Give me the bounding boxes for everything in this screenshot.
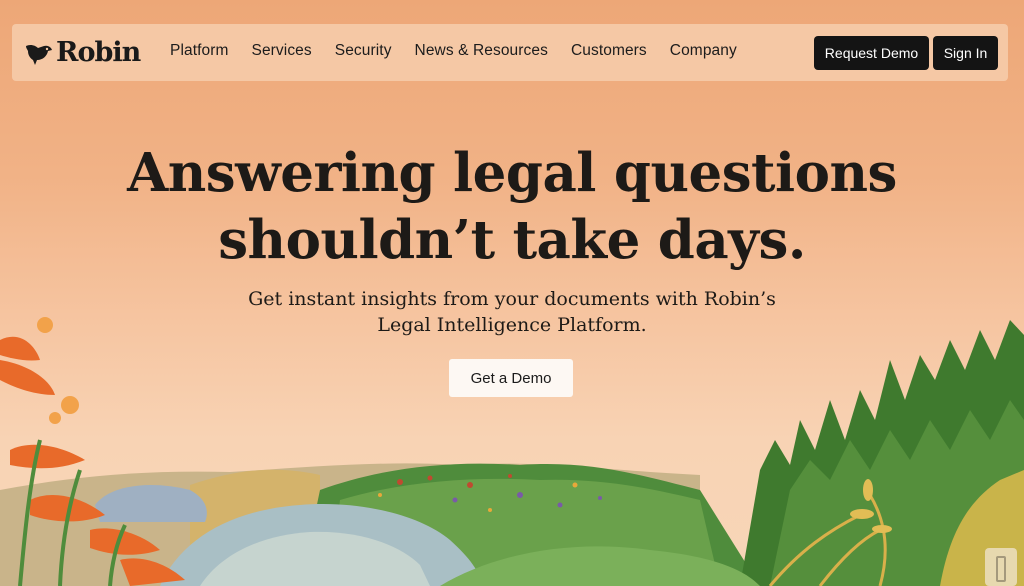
nav-link-news-resources[interactable]: News & Resources xyxy=(415,42,548,60)
request-demo-button[interactable]: Request Demo xyxy=(814,36,929,70)
nav-link-customers[interactable]: Customers xyxy=(571,42,647,60)
brand-name: Robin xyxy=(56,37,141,68)
hero-title-line-1: Answering legal questions xyxy=(127,142,897,204)
nav-link-platform[interactable]: Platform xyxy=(170,42,229,60)
scroll-handle xyxy=(996,556,1006,582)
scroll-indicator[interactable] xyxy=(985,548,1017,586)
sign-in-button[interactable]: Sign In xyxy=(933,36,998,70)
robin-bird-icon xyxy=(26,44,52,65)
nav-links: Platform Services Security News & Resour… xyxy=(170,42,760,60)
top-navbar: Robin Platform Services Security News & … xyxy=(12,24,1008,81)
hero-subtitle-line-2: Legal Intelligence Platform. xyxy=(377,314,647,336)
brand-logo[interactable]: Robin xyxy=(24,37,141,68)
hero-title-line-2: shouldn’t take days. xyxy=(218,209,806,271)
nav-link-security[interactable]: Security xyxy=(335,42,392,60)
nav-link-company[interactable]: Company xyxy=(670,42,737,60)
hero-subtitle-line-1: Get instant insights from your documents… xyxy=(248,288,776,310)
get-demo-button[interactable]: Get a Demo xyxy=(449,359,573,397)
nav-link-services[interactable]: Services xyxy=(252,42,312,60)
hero-title: Answering legal questions shouldn’t take… xyxy=(0,140,1024,274)
hero-subtitle: Get instant insights from your documents… xyxy=(0,286,1024,338)
meadow-illustration xyxy=(0,317,1024,586)
